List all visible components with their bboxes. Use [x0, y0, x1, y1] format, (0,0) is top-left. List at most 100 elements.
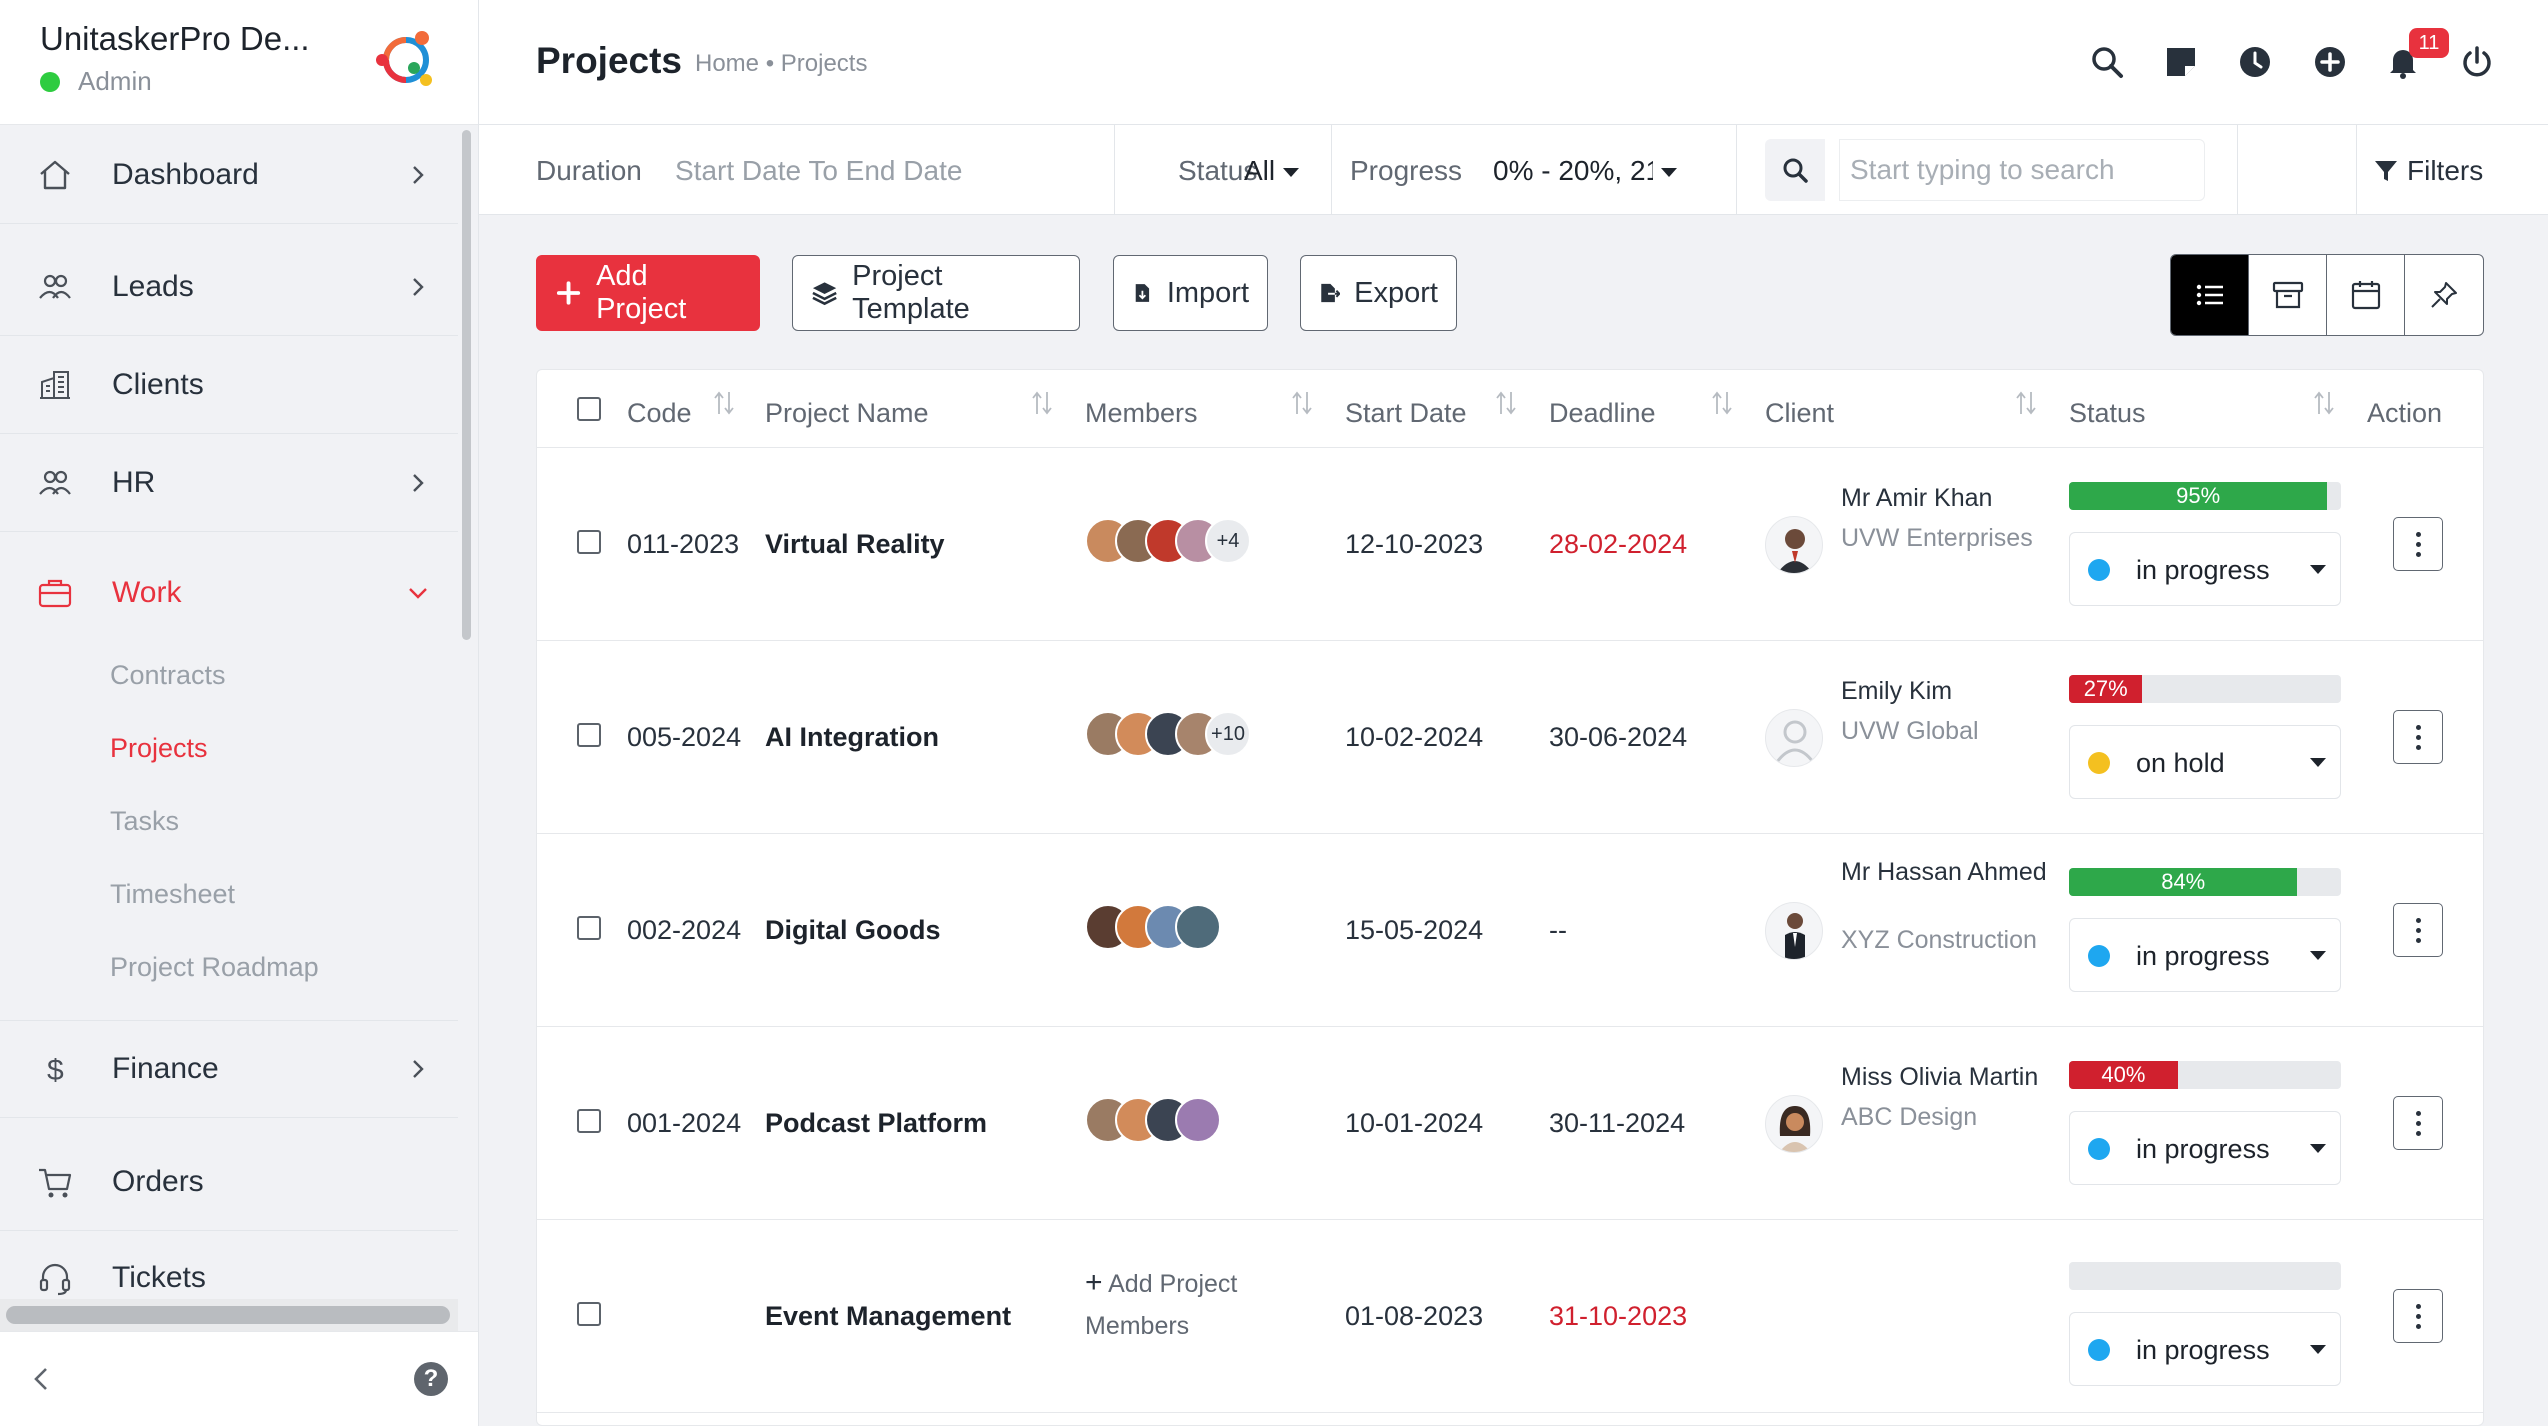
- project-name-link[interactable]: Virtual Reality: [765, 529, 945, 560]
- row-action-menu-button[interactable]: [2393, 710, 2443, 764]
- more-members-count[interactable]: +4: [1205, 518, 1251, 564]
- sort-icon[interactable]: [2313, 390, 2335, 416]
- sidebar-subitem-project-roadmap[interactable]: Project Roadmap: [110, 952, 319, 983]
- table-row[interactable]: 001-2024 Podcast Platform 10-01-2024 30-…: [537, 1027, 2483, 1220]
- duration-date-range[interactable]: Start Date To End Date: [675, 155, 962, 187]
- sidebar-subitem-contracts[interactable]: Contracts: [110, 660, 226, 691]
- sort-icon[interactable]: [1291, 390, 1313, 416]
- row-action-menu-button[interactable]: [2393, 903, 2443, 957]
- sidebar-item-orders[interactable]: Orders: [0, 1133, 458, 1231]
- status-filter-select[interactable]: All: [1244, 155, 1300, 187]
- company-name[interactable]: UnitaskerPro De...: [40, 20, 310, 58]
- column-header-start-date[interactable]: Start Date: [1345, 398, 1467, 429]
- projects-table: Code Project Name Members Start Date Dea…: [536, 369, 2484, 1426]
- archive-icon: [2272, 281, 2303, 309]
- filter-funnel-icon: [2375, 161, 2397, 181]
- list-view-button[interactable]: [2171, 255, 2249, 335]
- row-checkbox[interactable]: [577, 916, 601, 940]
- client-name[interactable]: Mr Hassan Ahmed: [1841, 858, 2051, 887]
- sidebar-item-clients[interactable]: Clients: [0, 336, 458, 434]
- row-action-menu-button[interactable]: [2393, 1096, 2443, 1150]
- search-input[interactable]: [1839, 139, 2205, 201]
- table-row[interactable]: 005-2024 AI Integration +10 10-02-2024 3…: [537, 641, 2483, 834]
- table-row[interactable]: 011-2023 Virtual Reality +4 12-10-2023 2…: [537, 448, 2483, 641]
- member-avatars[interactable]: [1085, 1097, 1221, 1143]
- row-action-menu-button[interactable]: [2393, 517, 2443, 571]
- status-select[interactable]: in progress: [2069, 532, 2341, 606]
- status-select[interactable]: on hold: [2069, 725, 2341, 799]
- progress-filter-select[interactable]: 0% - 20%, 21%: [1493, 155, 1683, 187]
- client-name[interactable]: Emily Kim: [1841, 677, 2051, 706]
- notification-badge: 11: [2409, 28, 2449, 58]
- project-template-button[interactable]: Project Template: [792, 255, 1080, 331]
- help-icon[interactable]: ?: [414, 1362, 448, 1396]
- project-name-link[interactable]: Podcast Platform: [765, 1108, 987, 1139]
- client-avatar: [1765, 709, 1823, 767]
- member-avatars[interactable]: [1085, 904, 1221, 950]
- project-name-link[interactable]: Event Management: [765, 1301, 1011, 1332]
- online-status-dot: [40, 71, 60, 92]
- status-select[interactable]: in progress: [2069, 1111, 2341, 1185]
- sort-icon[interactable]: [1031, 390, 1053, 416]
- breadcrumb[interactable]: Home • Projects: [695, 50, 867, 78]
- row-checkbox[interactable]: [577, 723, 601, 747]
- member-avatars[interactable]: +4: [1085, 518, 1251, 564]
- sidebar-subitem-timesheet[interactable]: Timesheet: [110, 879, 235, 910]
- client-name[interactable]: Miss Olivia Martin: [1841, 1063, 2051, 1092]
- divider: [1114, 125, 1115, 215]
- table-row[interactable]: 002-2024 Digital Goods 15-05-2024 -- Mr …: [537, 834, 2483, 1027]
- row-checkbox[interactable]: [577, 1109, 601, 1133]
- row-checkbox[interactable]: [577, 1302, 601, 1326]
- sidebar-scrollbar-vertical[interactable]: [462, 130, 471, 640]
- project-name-link[interactable]: Digital Goods: [765, 915, 941, 946]
- archive-view-button[interactable]: [2249, 255, 2327, 335]
- row-checkbox[interactable]: [577, 530, 601, 554]
- client-name[interactable]: Mr Amir Khan: [1841, 484, 2051, 513]
- select-all-checkbox[interactable]: [577, 397, 601, 421]
- sidebar-scrollbar-horizontal[interactable]: [6, 1306, 450, 1324]
- status-select[interactable]: in progress: [2069, 1312, 2341, 1386]
- column-header-project-name[interactable]: Project Name: [765, 398, 929, 429]
- add-project-members-link[interactable]: + Add Project Members: [1085, 1262, 1237, 1347]
- column-header-client[interactable]: Client: [1765, 398, 1834, 429]
- search-button[interactable]: [1765, 139, 1825, 201]
- column-header-code[interactable]: Code: [627, 398, 692, 429]
- calendar-view-button[interactable]: [2327, 255, 2405, 335]
- sort-icon[interactable]: [1711, 390, 1733, 416]
- power-icon[interactable]: [2459, 44, 2495, 80]
- sort-icon[interactable]: [1495, 390, 1517, 416]
- more-members-count[interactable]: +10: [1205, 711, 1251, 757]
- column-header-members[interactable]: Members: [1085, 398, 1198, 429]
- column-header-deadline[interactable]: Deadline: [1549, 398, 1656, 429]
- sidebar-item-label: Dashboard: [112, 157, 259, 191]
- status-select[interactable]: in progress: [2069, 918, 2341, 992]
- export-button[interactable]: Export: [1300, 255, 1457, 331]
- divider: [2356, 125, 2357, 215]
- sidebar-item-leads[interactable]: Leads: [0, 238, 458, 336]
- import-button[interactable]: Import: [1113, 255, 1268, 331]
- sticky-note-icon[interactable]: [2163, 44, 2199, 80]
- sort-icon[interactable]: [2015, 390, 2037, 416]
- sidebar-subitem-projects[interactable]: Projects: [110, 733, 208, 764]
- sidebar-item-work[interactable]: Work: [0, 544, 458, 642]
- company-logo-icon[interactable]: [370, 24, 442, 96]
- column-header-status[interactable]: Status: [2069, 398, 2146, 429]
- client-company: UVW Enterprises: [1841, 524, 2033, 552]
- sort-icon[interactable]: [713, 390, 735, 416]
- sidebar-item-finance[interactable]: $ Finance: [0, 1020, 458, 1118]
- search-icon[interactable]: [2089, 44, 2125, 80]
- collapse-sidebar-icon[interactable]: [30, 1366, 54, 1392]
- filters-button[interactable]: Filters: [2373, 155, 2483, 187]
- add-project-button[interactable]: Add Project: [536, 255, 760, 331]
- project-name-link[interactable]: AI Integration: [765, 722, 939, 753]
- sidebar-subitem-tasks[interactable]: Tasks: [110, 806, 179, 837]
- add-circle-icon[interactable]: [2312, 44, 2348, 80]
- table-row[interactable]: Event Management + Add Project Members 0…: [537, 1220, 2483, 1413]
- member-avatars[interactable]: +10: [1085, 711, 1251, 757]
- pinned-view-button[interactable]: [2405, 255, 2483, 335]
- row-action-menu-button[interactable]: [2393, 1289, 2443, 1343]
- project-code: 005-2024: [627, 722, 742, 752]
- clock-icon[interactable]: [2237, 44, 2273, 80]
- sidebar-item-dashboard[interactable]: Dashboard: [0, 126, 458, 224]
- sidebar-item-hr[interactable]: HR: [0, 434, 458, 532]
